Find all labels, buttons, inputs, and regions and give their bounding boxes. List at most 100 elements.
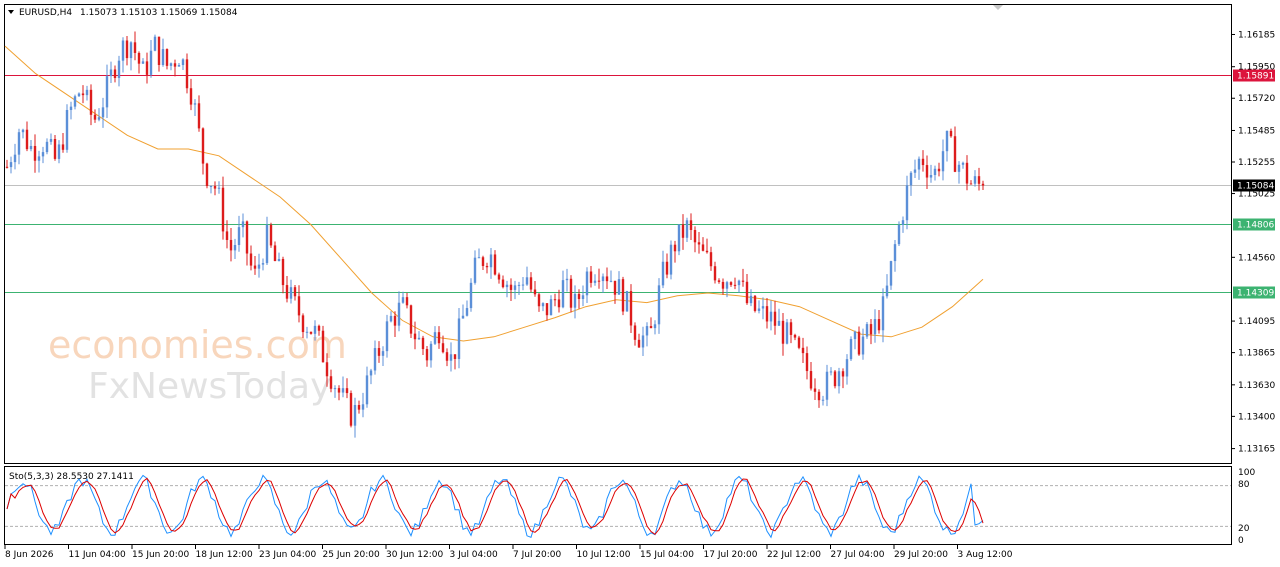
candle-body: [493, 254, 497, 275]
x-tick-label: 7 Jul 20:00: [513, 550, 562, 560]
candle-body: [601, 276, 605, 282]
candle-body: [213, 186, 217, 189]
candle-body: [61, 144, 65, 150]
level-tag-text: 1.14806: [1237, 221, 1274, 231]
candle-body: [165, 49, 169, 66]
candle-body: [53, 139, 57, 159]
candle-body: [533, 289, 537, 295]
candle-body: [201, 128, 205, 164]
candle-body: [181, 59, 185, 66]
candle-body: [429, 343, 433, 361]
time-axis[interactable]: 8 Jun 2026 11 Jun 04:00 15 Jun 20:00 18 Jun…: [4, 545, 1013, 560]
candle-body: [657, 285, 661, 325]
candle-body: [185, 59, 189, 89]
x-tick-label: 18 Jun 12:00: [196, 550, 253, 560]
candle-body: [597, 280, 601, 282]
candle-body: [77, 93, 81, 97]
x-tick-label: 15 Jul 04:00: [640, 550, 694, 560]
candle-body: [417, 337, 421, 340]
x-tick-label: 8 Jun 2026: [5, 550, 54, 560]
candle-body: [245, 221, 249, 254]
candle-body: [225, 231, 229, 240]
candle-body: [741, 280, 745, 282]
x-tick-label: 22 Jul 12:00: [767, 550, 821, 560]
candle-body: [813, 388, 817, 392]
candle-body: [697, 242, 701, 245]
candle-body: [17, 132, 21, 155]
candle-body: [513, 285, 517, 290]
candle-body: [137, 52, 141, 64]
candle-body: [453, 354, 457, 359]
candle-body: [357, 405, 361, 410]
candle-body: [101, 107, 105, 118]
candle-body: [253, 265, 257, 269]
y-tick-label: 1.15485: [1238, 126, 1275, 136]
candle-body: [189, 88, 193, 105]
candle-body: [469, 282, 473, 309]
candle-body: [393, 315, 397, 326]
y-tick-label: 1.14095: [1238, 317, 1275, 327]
level-tag-text: 1.15891: [1237, 72, 1274, 82]
candle-body: [293, 287, 297, 297]
x-tick-label: 17 Jul 20:00: [704, 550, 758, 560]
candle-body: [177, 65, 181, 67]
candle-body: [217, 187, 221, 189]
candle-body: [141, 61, 145, 64]
candle-body: [297, 296, 301, 316]
candle-body: [861, 336, 865, 355]
candle-body: [109, 69, 113, 77]
y-tick-label: 1.13400: [1238, 412, 1275, 422]
candle-body: [477, 257, 481, 259]
candle-body: [737, 280, 741, 286]
candle-body: [269, 224, 273, 246]
candle-body: [289, 287, 293, 299]
candle-body: [401, 297, 405, 303]
candle-body: [685, 220, 689, 238]
candle-body: [361, 404, 365, 410]
candle-body: [465, 308, 469, 316]
candle-body: [41, 152, 45, 157]
candle-body: [473, 257, 477, 283]
price-axis[interactable]: 1.161851.159501.157201.154851.152551.150…: [1231, 30, 1275, 455]
candle-body: [801, 347, 805, 354]
trading-chart[interactable]: EURUSD,H4 1.15073 1.15103 1.15069 1.1508…: [0, 0, 1280, 567]
candle-body: [317, 325, 321, 331]
candle-body: [397, 302, 401, 326]
candle-body: [329, 376, 333, 389]
candle-body: [409, 305, 413, 334]
candle-body: [433, 332, 437, 344]
candle-body: [149, 50, 153, 75]
candle-body: [633, 325, 637, 340]
candle-body: [133, 42, 137, 53]
x-tick-label: 23 Jun 04:00: [259, 550, 316, 560]
candle-body: [517, 284, 521, 286]
candle-body: [569, 278, 573, 308]
candle-body: [237, 227, 241, 246]
candle-body: [457, 318, 461, 359]
candle-body: [717, 280, 721, 282]
candle-body: [769, 311, 773, 322]
candle-body: [93, 114, 97, 120]
candle-body: [437, 332, 441, 344]
x-tick-label: 30 Jun 12:00: [386, 550, 443, 560]
candle-body: [821, 399, 825, 401]
candle-body: [629, 291, 633, 326]
candle-body: [229, 239, 233, 251]
candle-body: [709, 252, 713, 267]
candle-body: [553, 299, 557, 301]
candle-body: [665, 261, 669, 275]
candle-body: [733, 284, 737, 286]
candle-body: [613, 280, 617, 295]
x-tick-label: 3 Aug 12:00: [958, 550, 1013, 560]
y-tick-label: 1.13165: [1238, 445, 1275, 455]
candle-body: [669, 244, 673, 275]
candle-body: [773, 311, 777, 326]
candle-body: [641, 335, 645, 348]
candle-body: [829, 371, 833, 373]
stochastic-label: Sto(5,3,3) 28.5530 27.1411: [9, 472, 134, 482]
candle-body: [701, 244, 705, 251]
candle-body: [485, 265, 489, 268]
candle-body: [389, 315, 393, 322]
candle-body: [621, 279, 625, 312]
candle-body: [593, 280, 597, 283]
